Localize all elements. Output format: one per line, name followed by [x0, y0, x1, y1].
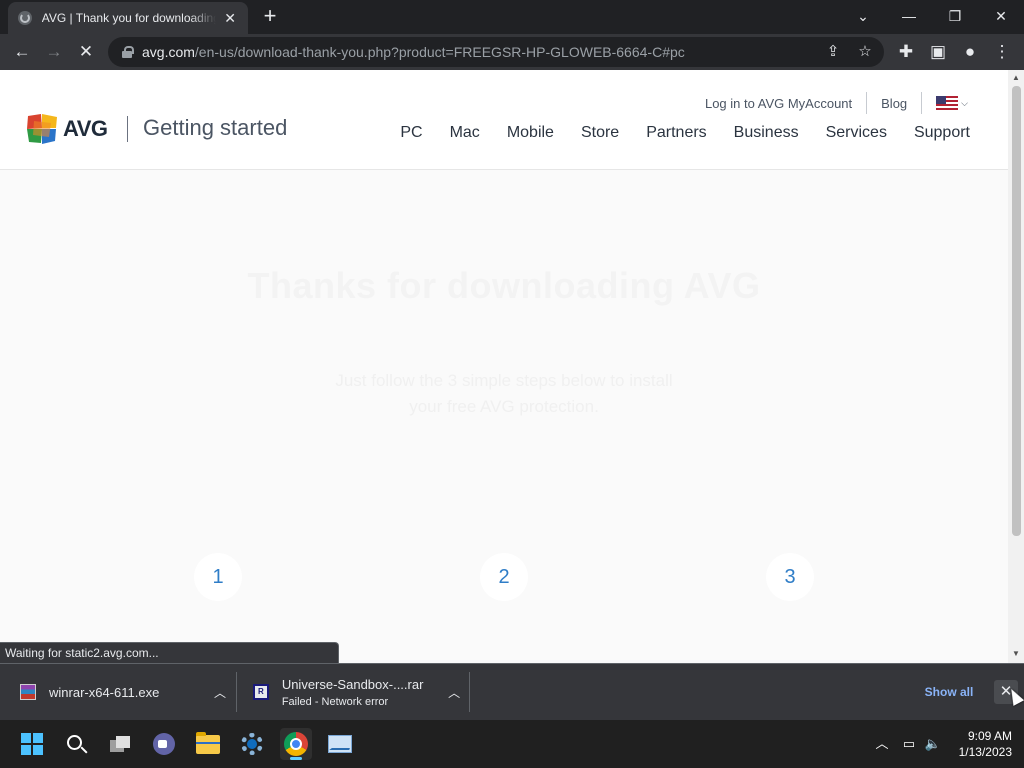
start-button[interactable]: [16, 728, 48, 760]
divider: [866, 92, 868, 114]
download-text: Universe-Sandbox-....rar Failed - Networ…: [282, 677, 445, 708]
browser-toolbar: ← → ✕ avg.com/en-us/download-thank-you.p…: [0, 34, 1024, 70]
profile-icon[interactable]: ●: [958, 40, 982, 64]
chrome-taskbar-button[interactable]: [280, 728, 312, 760]
restore-icon[interactable]: ❐: [940, 4, 970, 28]
network-icon[interactable]: ▭: [898, 720, 920, 768]
url-path: /en-us/download-thank-you.php?product=FR…: [194, 44, 685, 60]
nav-support[interactable]: Support: [914, 124, 970, 142]
site-header: AVG Getting started Log in to AVG MyAcco…: [0, 70, 1008, 170]
tab-strip: AVG | Thank you for downloading ✕ + ⌄ — …: [0, 0, 1024, 34]
start-icon: [21, 733, 43, 755]
active-indicator: [290, 757, 302, 760]
system-clock[interactable]: 9:09 AM 1/13/2023: [948, 728, 1018, 760]
search-button[interactable]: [60, 728, 92, 760]
nav-store[interactable]: Store: [581, 124, 619, 142]
clock-time: 9:09 AM: [967, 729, 1012, 743]
hero-subtitle: Just follow the 3 simple steps below to …: [0, 368, 1008, 420]
volume-icon[interactable]: 🔈: [922, 720, 944, 768]
menu-icon[interactable]: ⋮: [990, 40, 1014, 64]
windows-taskbar: ︿ ▭ 🔈 9:09 AM 1/13/2023: [0, 720, 1024, 768]
chrome-icon: [284, 732, 308, 756]
page-scrollbar[interactable]: ▲ ▼: [1008, 70, 1024, 663]
login-link[interactable]: Log in to AVG MyAccount: [705, 96, 852, 111]
nav-mobile[interactable]: Mobile: [507, 124, 554, 142]
new-tab-button[interactable]: +: [258, 4, 282, 28]
settings-icon: [241, 733, 263, 755]
divider: [921, 92, 923, 114]
chevron-down-icon[interactable]: ⌵: [961, 98, 968, 109]
divider: [469, 672, 470, 712]
step-badge-1: 1: [194, 553, 242, 601]
url-text[interactable]: avg.com/en-us/download-thank-you.php?pro…: [142, 44, 685, 60]
nav-mac[interactable]: Mac: [450, 124, 480, 142]
divider: [236, 672, 237, 712]
nav-pc[interactable]: PC: [400, 124, 422, 142]
scroll-down-icon[interactable]: ▼: [1008, 647, 1024, 661]
download-item-universe-sandbox[interactable]: R Universe-Sandbox-....rar Failed - Netw…: [253, 664, 463, 720]
resource-monitor-button[interactable]: [324, 728, 356, 760]
winrar-file-icon: [20, 684, 36, 700]
settings-button[interactable]: [236, 728, 268, 760]
loading-spinner-icon: [18, 11, 32, 25]
logo-subtitle: Getting started: [143, 115, 288, 140]
blog-link[interactable]: Blog: [881, 96, 907, 111]
task-view-button[interactable]: [104, 728, 136, 760]
tab-search-icon[interactable]: ⌄: [848, 4, 878, 28]
chat-icon: [153, 733, 175, 755]
download-filename: winrar-x64-611.exe: [49, 684, 160, 700]
chat-button[interactable]: [148, 728, 180, 760]
us-flag-icon[interactable]: [936, 96, 959, 110]
resource-monitor-icon: [328, 735, 352, 753]
hero-section: Thanks for downloading AVG Just follow t…: [0, 170, 1008, 663]
task-view-icon: [110, 736, 130, 752]
browser-tab[interactable]: AVG | Thank you for downloading ✕: [8, 2, 248, 34]
nav-business[interactable]: Business: [734, 124, 799, 142]
status-bubble: Waiting for static2.avg.com...: [0, 642, 339, 663]
back-arrow-icon[interactable]: ←: [10, 40, 34, 64]
top-links: Log in to AVG MyAccount Blog ⌵: [705, 92, 968, 114]
search-icon: [66, 734, 82, 750]
url-host: avg.com: [142, 44, 195, 60]
chevron-up-icon[interactable]: ︿: [211, 684, 229, 701]
clock-date: 1/13/2023: [958, 745, 1012, 759]
address-bar[interactable]: avg.com/en-us/download-thank-you.php?pro…: [108, 37, 884, 67]
minimize-icon[interactable]: —: [894, 4, 924, 28]
download-item-winrar[interactable]: winrar-x64-611.exe ︿: [20, 664, 230, 720]
logo-text[interactable]: AVG: [63, 116, 108, 142]
nav-partners[interactable]: Partners: [646, 124, 706, 142]
logo-divider: [127, 116, 128, 142]
scroll-up-icon[interactable]: ▲: [1008, 71, 1024, 85]
stop-loading-icon[interactable]: ✕: [74, 40, 98, 64]
download-filename: Universe-Sandbox-....rar: [281, 676, 424, 692]
share-icon[interactable]: ⇪: [822, 41, 844, 63]
avg-logo-icon[interactable]: [25, 112, 59, 146]
hero-title: Thanks for downloading AVG: [247, 265, 761, 306]
scroll-thumb[interactable]: [1012, 86, 1021, 536]
tab-close-icon[interactable]: ✕: [222, 10, 238, 27]
window-close-icon[interactable]: ✕: [986, 4, 1016, 28]
download-shelf: winrar-x64-611.exe ︿ R Universe-Sandbox-…: [0, 663, 1024, 720]
chevron-up-icon[interactable]: ︿: [872, 720, 892, 768]
bookmark-star-icon[interactable]: ☆: [854, 41, 876, 63]
side-panel-icon[interactable]: ▣: [926, 40, 950, 64]
forward-arrow-icon[interactable]: →: [42, 40, 66, 64]
show-all-button[interactable]: Show all: [912, 680, 986, 704]
rar-file-icon: R: [253, 684, 269, 700]
file-explorer-icon: [196, 731, 220, 754]
page-viewport: AVG Getting started Log in to AVG MyAcco…: [0, 70, 1024, 663]
step-badge-2: 2: [480, 553, 528, 601]
step-badge-3: 3: [766, 553, 814, 601]
tab-title: AVG | Thank you for downloading: [41, 11, 217, 25]
file-explorer-button[interactable]: [192, 728, 224, 760]
hero-subtitle-line-1: Just follow the 3 simple steps below to …: [335, 371, 673, 390]
download-status: Failed - Network error: [281, 695, 389, 708]
lock-icon[interactable]: [122, 46, 134, 58]
main-nav: PC Mac Mobile Store Partners Business Se…: [373, 124, 970, 142]
nav-services[interactable]: Services: [826, 124, 887, 142]
extensions-icon[interactable]: ✚: [894, 40, 918, 64]
chevron-up-icon[interactable]: ︿: [445, 684, 463, 701]
hero-subtitle-line-2: your free AVG protection.: [409, 397, 599, 416]
